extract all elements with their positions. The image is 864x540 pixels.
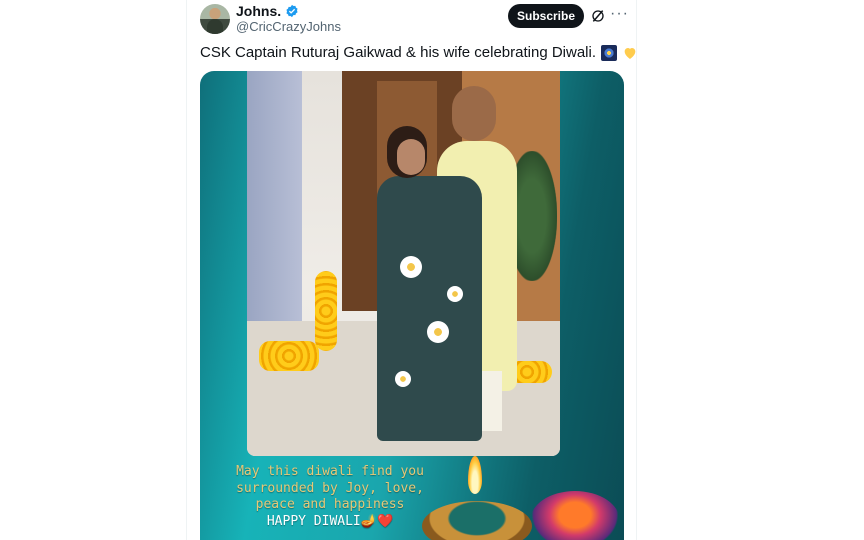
marigold-rangoli-left <box>259 341 319 371</box>
greeting-line-1: May this diwali find you <box>236 464 424 479</box>
saree-daisy-3 <box>447 286 463 302</box>
photo-man-head <box>452 86 496 141</box>
timeline-border-right <box>636 0 637 540</box>
photo-woman-saree <box>377 176 482 441</box>
greeting-line-2: surrounded by Joy, love, <box>236 480 424 496</box>
tweet-text-body: CSK Captain Ruturaj Gaikwad & his wife c… <box>200 44 597 61</box>
yellow-heart-icon <box>624 47 636 59</box>
subscribe-button[interactable]: Subscribe <box>508 4 584 28</box>
verified-badge-icon <box>286 4 298 18</box>
avatar[interactable] <box>200 4 230 34</box>
saree-daisy-1 <box>400 256 422 278</box>
author-handle[interactable]: @CricCrazyJohns <box>236 19 341 34</box>
author-name[interactable]: Johns. <box>236 3 281 19</box>
more-icon[interactable]: ··· <box>610 6 628 24</box>
grok-icon[interactable] <box>590 8 606 24</box>
diya-flame <box>468 456 482 494</box>
marigold-garland-left <box>315 271 337 351</box>
avatar-figure <box>207 19 223 34</box>
saree-daisy-4 <box>395 371 411 387</box>
tweet-card[interactable]: Johns. @CricCrazyJohns Subscribe ··· CSK… <box>186 0 636 540</box>
greeting-text: May this diwali find you surrounded by J… <box>210 464 450 530</box>
tweet-media-image[interactable]: May this diwali find you surrounded by J… <box>200 71 624 540</box>
greeting-line-4: HAPPY DIWALI🪔❤️ <box>266 513 394 529</box>
greeting-line-3: peace and happiness <box>255 497 405 512</box>
author-name-row[interactable]: Johns. <box>236 3 299 19</box>
photo-woman-face <box>397 139 425 175</box>
saree-daisy-2 <box>427 321 449 343</box>
firework-icon <box>601 44 618 61</box>
decorative-diya-right <box>530 491 620 540</box>
tweet-text: CSK Captain Ruturaj Gaikwad & his wife c… <box>200 44 638 61</box>
couple-photo <box>247 71 560 456</box>
